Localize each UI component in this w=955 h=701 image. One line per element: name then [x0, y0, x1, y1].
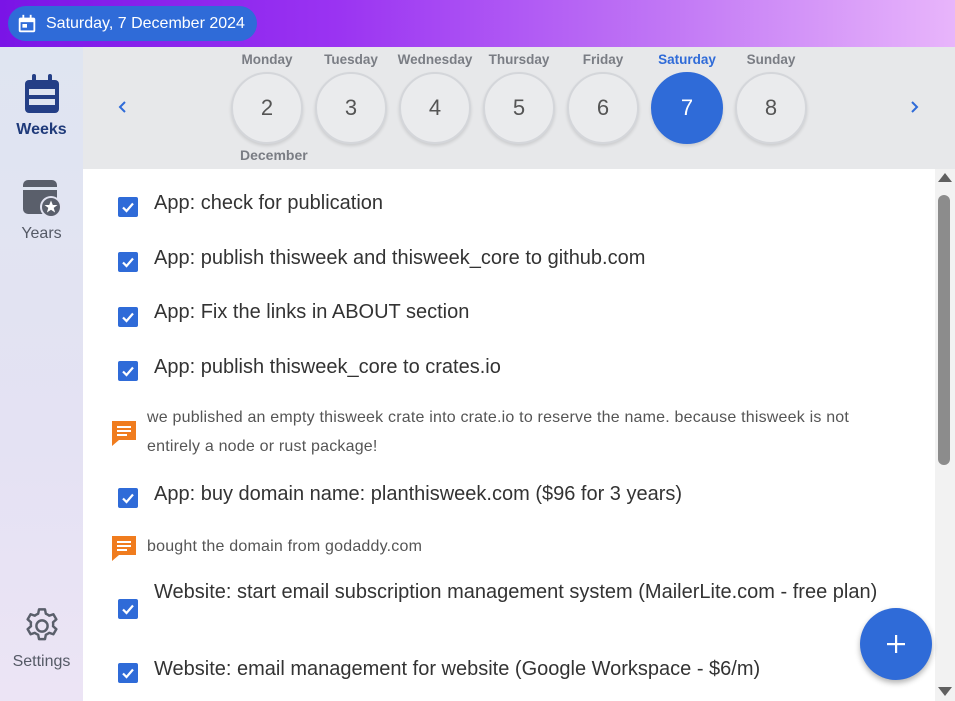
day-number: 7: [651, 72, 723, 144]
chevron-right-icon: [911, 101, 919, 113]
task-list: App: check for publication App: publish …: [83, 169, 935, 701]
note-icon: [112, 421, 136, 446]
nav-weeks-label: Weeks: [16, 121, 67, 138]
task-text[interactable]: Website: start email subscription manage…: [154, 578, 884, 607]
nav-settings-label: Settings: [12, 653, 71, 670]
check-icon: [122, 604, 134, 615]
nav-weeks[interactable]: Weeks: [0, 73, 83, 139]
month-label: December: [240, 147, 308, 163]
scroll-up-arrow[interactable]: [938, 173, 952, 182]
check-icon: [122, 257, 134, 268]
task-checkbox[interactable]: [118, 488, 138, 508]
check-icon: [122, 668, 134, 679]
note-text[interactable]: bought the domain from godaddy.com: [147, 532, 887, 561]
task-text[interactable]: App: publish thisweek and thisweek_core …: [154, 244, 884, 273]
add-task-button[interactable]: [860, 608, 932, 680]
note-icon: [112, 536, 136, 561]
task-text[interactable]: App: buy domain name: planthisweek.com (…: [154, 480, 884, 509]
task-checkbox[interactable]: [118, 361, 138, 381]
nav-settings[interactable]: Settings: [0, 605, 83, 671]
day-number: 5: [483, 72, 555, 144]
day-friday[interactable]: Friday 6: [565, 47, 641, 144]
day-monday[interactable]: Monday 2: [229, 47, 305, 144]
day-number: 2: [231, 72, 303, 144]
day-name: Friday: [582, 52, 624, 67]
current-date: Saturday, 7 December 2024: [46, 14, 245, 32]
day-name: Sunday: [746, 52, 796, 67]
task-text[interactable]: App: check for publication: [154, 189, 884, 218]
day-number: 6: [567, 72, 639, 144]
week-navigator: Monday 2 Tuesday 3 Wednesday 4 Thursday …: [83, 47, 955, 169]
next-week-button[interactable]: [902, 95, 926, 119]
day-number: 4: [399, 72, 471, 144]
calendar-star-icon: [22, 180, 62, 218]
day-number: 8: [735, 72, 807, 144]
sidebar: Weeks Years Settings: [0, 47, 83, 701]
task-text[interactable]: Website: email management for website (G…: [154, 655, 884, 684]
check-icon: [122, 493, 134, 504]
top-bar: Saturday, 7 December 2024: [0, 0, 955, 47]
task-checkbox[interactable]: [118, 252, 138, 272]
scrollbar[interactable]: [935, 169, 955, 701]
prev-week-button[interactable]: [111, 95, 135, 119]
check-icon: [122, 202, 134, 213]
task-checkbox[interactable]: [118, 307, 138, 327]
check-icon: [122, 366, 134, 377]
chevron-left-icon: [118, 101, 126, 113]
day-tuesday[interactable]: Tuesday 3: [313, 47, 389, 144]
nav-years-label: Years: [21, 225, 62, 242]
plus-icon: [887, 635, 905, 653]
day-name: Saturday: [658, 52, 716, 67]
nav-years[interactable]: Years: [0, 177, 83, 243]
scroll-down-arrow[interactable]: [938, 687, 952, 696]
task-checkbox[interactable]: [118, 599, 138, 619]
check-icon: [122, 312, 134, 323]
task-checkbox[interactable]: [118, 663, 138, 683]
day-number: 3: [315, 72, 387, 144]
task-text[interactable]: App: Fix the links in ABOUT section: [154, 298, 884, 327]
day-name: Thursday: [488, 52, 550, 67]
note-text[interactable]: we published an empty thisweek crate int…: [147, 403, 887, 461]
calendar-week-icon: [24, 74, 59, 113]
gear-icon: [25, 608, 58, 641]
day-name: Monday: [241, 52, 293, 67]
day-thursday[interactable]: Thursday 5: [481, 47, 557, 144]
day-sunday[interactable]: Sunday 8: [733, 47, 809, 144]
day-name: Tuesday: [324, 52, 378, 67]
task-checkbox[interactable]: [118, 197, 138, 217]
day-saturday[interactable]: Saturday 7: [649, 47, 725, 144]
task-text[interactable]: App: publish thisweek_core to crates.io: [154, 353, 884, 382]
day-name: Wednesday: [397, 52, 473, 67]
scroll-thumb[interactable]: [938, 195, 950, 465]
calendar-icon: [18, 14, 36, 32]
day-wednesday[interactable]: Wednesday 4: [397, 47, 473, 144]
date-pill[interactable]: Saturday, 7 December 2024: [8, 6, 257, 41]
